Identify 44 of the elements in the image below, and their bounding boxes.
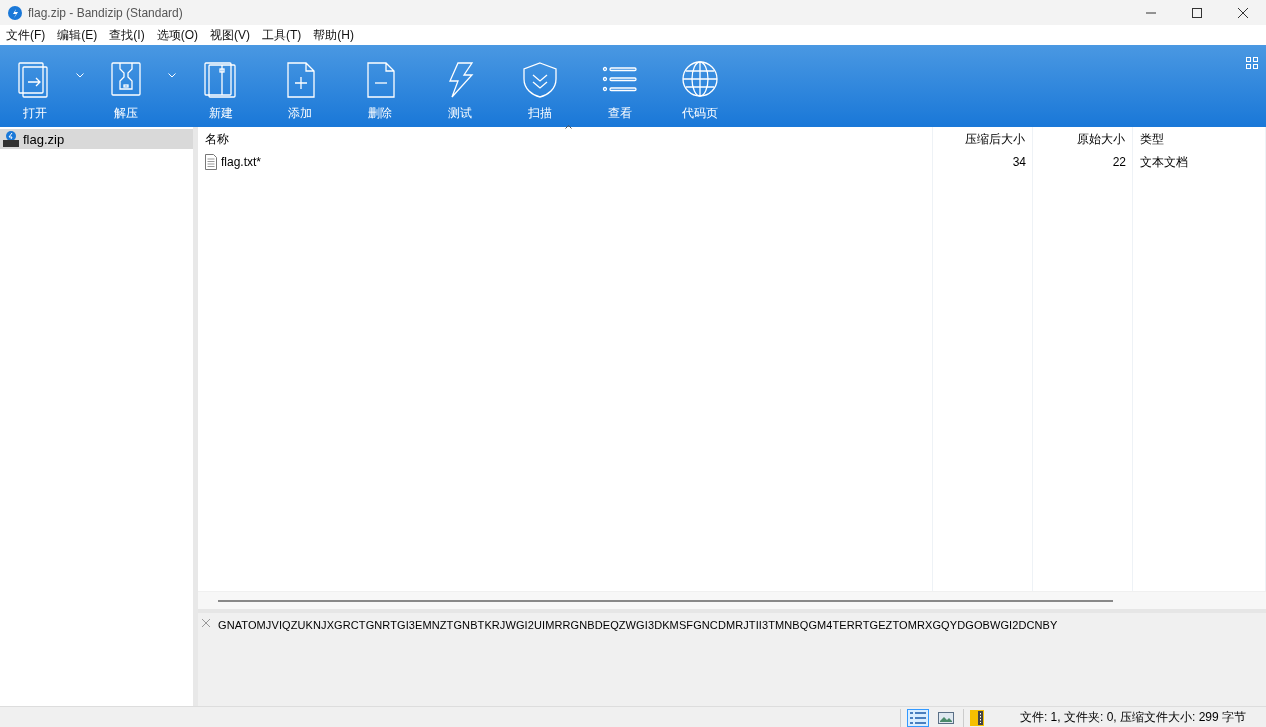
column-header[interactable]: 压缩后大小 (933, 127, 1033, 151)
caret-icon[interactable] (168, 73, 176, 78)
toolbar-button[interactable]: 新建 (182, 45, 260, 126)
menu-item[interactable]: 查找(I) (103, 26, 151, 44)
tree-item[interactable]: flag.zip (0, 129, 193, 149)
menu-item[interactable]: 视图(V) (204, 26, 256, 44)
menu-item[interactable]: 选项(O) (150, 26, 204, 44)
toolbar-button[interactable]: 扫描 (500, 45, 580, 126)
shield-chevrons-icon (520, 59, 560, 99)
view-mode-button[interactable] (906, 708, 929, 727)
archive-book-icon[interactable] (969, 709, 984, 726)
menu-item[interactable]: 编辑(E) (51, 26, 104, 44)
column-header[interactable]: 名称 (198, 127, 933, 151)
toolbar-button[interactable]: 删除 (340, 45, 420, 126)
maximize-icon (1192, 7, 1202, 18)
details-view-icon (909, 711, 926, 724)
menu-item[interactable]: 工具(T) (256, 26, 308, 44)
table-cell: 文本文档 (1140, 153, 1188, 171)
column-header[interactable]: 原始大小 (1033, 127, 1133, 151)
toolbar-button[interactable]: 添加 (260, 45, 340, 126)
menu-item[interactable]: 文件(F) (0, 26, 52, 44)
comment-text: GNATOMJVIQZUKNJXGRCTGNRTGI3EMNZTGNBTKRJWGI2UIMRRGNBDEQZWGI3DKMSFGNCDMRJTII3TMNBQGM4TERRTGEZTOMRXGQYDGOBWGI2DCNBY (218, 619, 1058, 631)
scrollbar-thumb[interactable] (218, 599, 1113, 602)
table-cell: flag.txt* (221, 155, 262, 169)
toolbar-button[interactable]: 测试 (420, 45, 500, 126)
grid-icon[interactable] (1246, 57, 1258, 69)
menu-item[interactable]: 帮助(H) (307, 26, 360, 44)
close-icon (1238, 7, 1248, 18)
column-header[interactable]: 类型 (1133, 127, 1266, 151)
table-cell: 34 (1012, 155, 1026, 169)
app-logo-icon (8, 5, 22, 20)
close-icon[interactable] (202, 619, 210, 627)
text-file-icon (205, 154, 217, 170)
toolbar-button[interactable]: 查看 (580, 45, 660, 126)
toolbar-button[interactable]: 解压 (90, 45, 162, 126)
picture-icon (937, 711, 954, 724)
toolbar-button[interactable]: 代码页 (660, 45, 740, 126)
caret-icon[interactable] (76, 73, 84, 78)
globe-icon (680, 59, 720, 99)
zip-archive-icon (3, 131, 19, 147)
window-title: flag.zip - Bandizip (Standard) (28, 5, 184, 20)
status-text: 文件: 1, 文件夹: 0, 压缩文件大小: 299 字节 (1019, 709, 1246, 726)
toolbar-button[interactable]: 打开 (0, 45, 70, 126)
table-cell: 22 (1112, 155, 1126, 169)
